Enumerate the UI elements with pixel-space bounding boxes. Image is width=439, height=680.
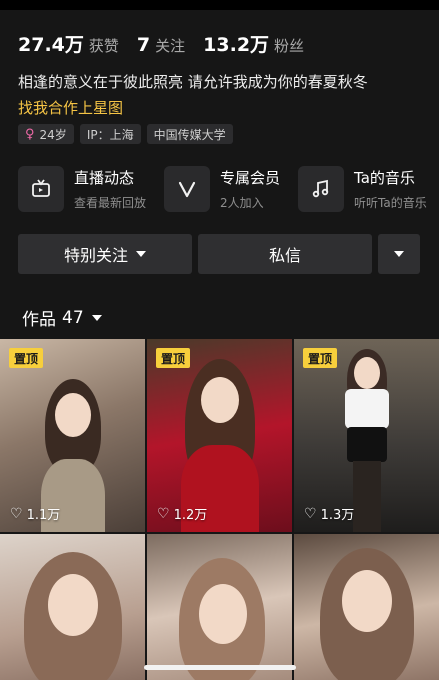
age-tag-text: 24岁: [39, 127, 67, 142]
thumbnail-image: [312, 548, 422, 680]
v-badge-icon: [164, 166, 211, 212]
service-music-title: Ta的音乐: [354, 169, 415, 187]
video-thumbnail[interactable]: [0, 534, 145, 680]
heart-icon: ♡: [10, 505, 23, 522]
message-button[interactable]: 私信: [198, 234, 372, 274]
video-thumbnail[interactable]: 置顶 ♡ 1.2万: [147, 339, 292, 532]
profile-bio: 相逢的意义在于彼此照亮 请允许我成为你的春夏秋冬: [18, 73, 368, 91]
works-tab[interactable]: 作品 47: [22, 305, 102, 330]
like-count-value: 1.1万: [26, 508, 61, 523]
stat-following[interactable]: 7 关注: [137, 34, 185, 56]
like-count: ♡ 1.2万: [157, 504, 208, 524]
service-live-title: 直播动态: [74, 169, 135, 187]
female-icon: ♀: [25, 126, 35, 142]
age-tag: ♀ 24岁: [18, 124, 74, 144]
stat-following-label: 关注: [155, 37, 186, 55]
ip-tag: IP：上海: [79, 124, 141, 144]
like-count-value: 1.3万: [320, 508, 355, 523]
tv-icon: [18, 166, 64, 212]
stat-followers-value: 13.2万: [203, 34, 270, 56]
heart-icon: ♡: [157, 505, 170, 522]
thumbnail-image: [165, 558, 275, 680]
video-grid: 置顶 ♡ 1.1万 置顶 ♡ 1.2万 置顶 ♡ 1.3万: [0, 339, 439, 680]
service-membership-sub: 2人加入: [220, 196, 264, 210]
video-thumbnail[interactable]: 置顶 ♡ 1.1万: [0, 339, 145, 532]
service-live[interactable]: 直播动态 查看最新回放: [18, 166, 146, 212]
message-label: 私信: [268, 246, 301, 265]
like-count: ♡ 1.3万: [304, 504, 355, 524]
stat-following-value: 7: [136, 34, 151, 56]
pinned-badge: 置顶: [156, 348, 191, 368]
profile-page: 27.4万 获赞 7 关注 13.2万 粉丝 相逢的意义在于彼此照亮 请允许我成…: [0, 0, 439, 680]
stat-likes-label: 获赞: [88, 37, 119, 55]
stat-likes-value: 27.4万: [18, 34, 84, 56]
music-note-icon: [298, 166, 345, 212]
school-tag[interactable]: 中国传媒大学: [146, 124, 233, 144]
status-area: [0, 0, 439, 10]
service-entries: 直播动态 查看最新回放 专属会员 2人加入 Ta的音乐 听听Ta的音乐: [18, 166, 439, 212]
service-membership-title: 专属会员: [220, 169, 281, 187]
video-thumbnail[interactable]: [147, 534, 292, 680]
stat-likes[interactable]: 27.4万 获赞: [18, 30, 119, 57]
stat-followers-label: 粉丝: [274, 37, 305, 55]
heart-icon: ♡: [304, 505, 317, 522]
like-count: ♡ 1.1万: [10, 504, 61, 524]
pinned-badge: 置顶: [303, 348, 338, 368]
like-count-value: 1.2万: [173, 508, 208, 523]
home-indicator[interactable]: [144, 665, 296, 670]
works-count: 47: [62, 307, 84, 328]
service-music-sub: 听听Ta的音乐: [354, 196, 427, 210]
pinned-badge: 置顶: [9, 348, 44, 368]
stat-followers[interactable]: 13.2万 粉丝: [203, 30, 304, 57]
special-follow-label: 特别关注: [63, 246, 128, 265]
action-buttons: 特别关注 私信: [18, 234, 420, 274]
profile-tags: ♀ 24岁 IP：上海 中国传媒大学: [18, 124, 239, 144]
works-dropdown-icon: [91, 314, 102, 321]
works-label: 作品: [22, 310, 56, 330]
thumbnail-image: [18, 552, 128, 680]
more-button[interactable]: [378, 234, 420, 274]
bio-link[interactable]: 找我合作上星图: [18, 97, 123, 118]
chevron-down-icon: [394, 251, 404, 257]
service-membership[interactable]: 专属会员 2人加入: [164, 166, 280, 212]
service-music[interactable]: Ta的音乐 听听Ta的音乐: [298, 166, 427, 212]
profile-stats: 27.4万 获赞 7 关注 13.2万 粉丝: [18, 30, 322, 57]
service-live-sub: 查看最新回放: [74, 196, 147, 210]
video-thumbnail[interactable]: [294, 534, 439, 680]
dropdown-caret-icon: [136, 251, 146, 257]
special-follow-button[interactable]: 特别关注: [18, 234, 192, 274]
video-thumbnail[interactable]: 置顶 ♡ 1.3万: [294, 339, 439, 532]
